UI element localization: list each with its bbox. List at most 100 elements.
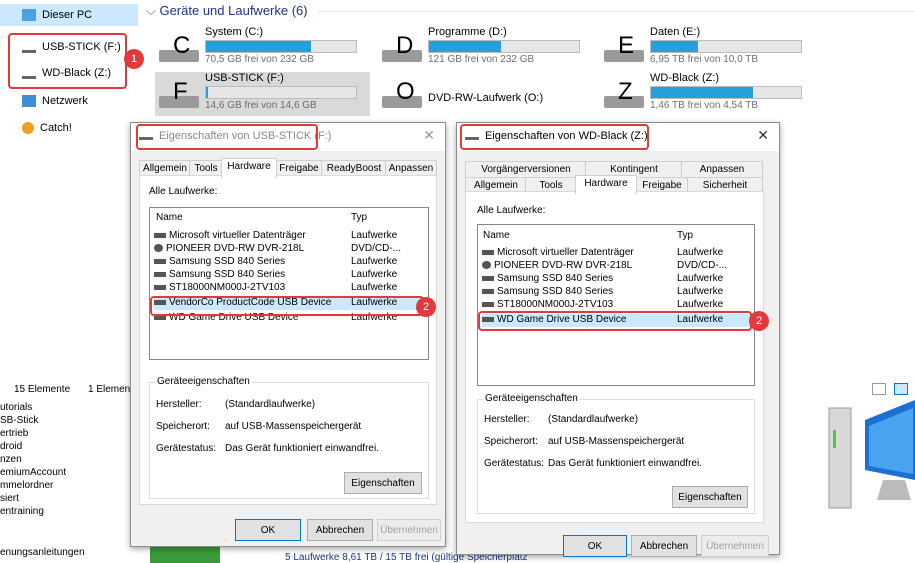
- tab-vorgaengerversionen[interactable]: Vorgängerversionen: [465, 161, 587, 177]
- highlight-dialog-title: [460, 124, 649, 150]
- table-row[interactable]: Samsung SSD 840 Series Laufwerke: [482, 273, 750, 286]
- drive-list[interactable]: Name Typ Microsoft virtueller Datenträge…: [477, 224, 755, 386]
- nav-item-catch[interactable]: Catch!: [0, 117, 138, 139]
- cancel-button[interactable]: Abbrechen: [307, 519, 373, 541]
- list-item[interactable]: mmelordner: [0, 480, 53, 491]
- location-value: auf USB-Massenspeichergerät: [548, 436, 685, 447]
- table-row[interactable]: PIONEER DVD-RW DVR-218L DVD/CD-...: [154, 243, 424, 256]
- list-item[interactable]: utorials: [0, 402, 32, 413]
- nav-item-this-pc[interactable]: Dieser PC: [0, 4, 138, 26]
- highlight-dialog-title: [136, 124, 318, 150]
- group-label: Geräteeigenschaften: [155, 376, 252, 387]
- drive-usage-fill: [206, 41, 311, 52]
- drive-letter: D: [396, 32, 414, 59]
- selection-count: 1 Elemen: [88, 384, 131, 395]
- drive-letter: F: [173, 78, 188, 105]
- list-item[interactable]: entraining: [0, 506, 44, 517]
- nav-item-label: Netzwerk: [42, 95, 88, 107]
- annotation-badge-2: 2: [416, 297, 436, 317]
- drive-usage-bar: [205, 40, 357, 53]
- status-value: Das Gerät funktioniert einwandfrei.: [548, 458, 702, 469]
- table-row[interactable]: PIONEER DVD-RW DVR-218L DVD/CD-...: [482, 260, 750, 273]
- drive-icon: [482, 275, 494, 281]
- device-properties-group: Geräteeigenschaften Hersteller: (Standar…: [149, 376, 429, 499]
- row-type: Laufwerke: [677, 299, 724, 310]
- drive-icon: [154, 284, 166, 290]
- manufacturer-label: Hersteller:: [484, 414, 530, 425]
- list-item[interactable]: ertrieb: [0, 428, 28, 439]
- drive-tile-o[interactable]: O DVD-RW-Laufwerk (O:): [378, 72, 578, 116]
- nav-item-network[interactable]: Netzwerk: [0, 90, 138, 112]
- close-icon[interactable]: ✕: [757, 127, 769, 144]
- apply-button[interactable]: Übernehmen: [701, 535, 769, 557]
- drives-section-header[interactable]: ⌵ Geräte und Laufwerke (6): [146, 3, 308, 19]
- row-name: PIONEER DVD-RW DVR-218L: [166, 243, 305, 254]
- drive-tile-e[interactable]: E Daten (E:) 6,95 TB frei von 10,0 TB: [600, 26, 802, 70]
- manufacturer-label: Hersteller:: [156, 399, 202, 410]
- column-header-name[interactable]: Name: [483, 230, 510, 241]
- ok-button[interactable]: OK: [563, 535, 627, 557]
- table-row[interactable]: Samsung SSD 840 Series Laufwerke: [482, 286, 750, 299]
- table-row[interactable]: Samsung SSD 840 Series Laufwerke: [154, 269, 424, 282]
- column-header-name[interactable]: Name: [156, 212, 183, 223]
- close-icon[interactable]: ✕: [423, 127, 435, 144]
- table-row[interactable]: ST18000NM000J-2TV103 Laufwerke: [154, 282, 424, 295]
- dvd-icon: [482, 261, 491, 270]
- drive-tile-z[interactable]: Z WD-Black (Z:) 1,46 TB frei von 4,54 TB: [600, 72, 802, 116]
- column-header-type[interactable]: Typ: [677, 230, 693, 241]
- drive-name: Programme (D:): [428, 26, 507, 38]
- list-item[interactable]: siert: [0, 493, 19, 504]
- group-label: Geräteeigenschaften: [483, 393, 580, 404]
- row-name: Samsung SSD 840 Series: [497, 286, 614, 297]
- computer-icon: [22, 9, 36, 21]
- drive-list[interactable]: Name Typ Microsoft virtueller Datenträge…: [149, 207, 429, 360]
- table-row[interactable]: Microsoft virtueller Datenträger Laufwerk…: [482, 247, 750, 260]
- list-item[interactable]: nzen: [0, 454, 22, 465]
- row-name: ST18000NM000J-2TV103: [169, 282, 286, 293]
- drive-tile-d[interactable]: D Programme (D:) 121 GB frei von 232 GB: [378, 26, 580, 70]
- drive-letter: C: [173, 32, 191, 59]
- row-name: Microsoft virtueller Datenträger: [169, 230, 306, 241]
- properties-button[interactable]: Eigenschaften: [672, 486, 748, 508]
- tab-anpassen[interactable]: Anpassen: [681, 161, 763, 177]
- ok-button[interactable]: OK: [235, 519, 301, 541]
- drives-header-label: Geräte und Laufwerke (6): [159, 3, 308, 18]
- location-label: Speicherort:: [484, 436, 538, 447]
- details-view-icon[interactable]: [872, 383, 886, 395]
- drive-icon: [482, 288, 494, 294]
- tiles-view-icon[interactable]: [894, 383, 908, 395]
- computer-illustration: [825, 400, 915, 520]
- column-header-type[interactable]: Typ: [351, 212, 367, 223]
- list-item[interactable]: emiumAccount: [0, 467, 66, 478]
- tab-hardware[interactable]: Hardware: [221, 158, 277, 178]
- table-row[interactable]: Samsung SSD 840 Series Laufwerke: [154, 256, 424, 269]
- properties-button[interactable]: Eigenschaften: [344, 472, 422, 494]
- item-count: 15 Elemente: [14, 384, 71, 395]
- drive-tile-f[interactable]: F USB-STICK (F:) 14,6 GB frei von 14,6 G…: [155, 72, 370, 116]
- row-name: PIONEER DVD-RW DVR-218L: [494, 260, 633, 271]
- properties-dialog-wd-black: Eigenschaften von WD-Black (Z:) ✕ Vorgän…: [456, 122, 780, 557]
- location-value: auf USB-Massenspeichergerät: [225, 421, 362, 432]
- drive-name: USB-STICK (F:): [205, 72, 284, 84]
- row-type: Laufwerke: [351, 282, 398, 293]
- list-item[interactable]: droid: [0, 441, 22, 452]
- highlight-nav-drives: [8, 33, 127, 89]
- drive-tile-c[interactable]: C System (C:) 70,5 GB frei von 232 GB: [155, 26, 357, 70]
- cancel-button[interactable]: Abbrechen: [631, 535, 697, 557]
- row-type: Laufwerke: [677, 286, 724, 297]
- table-row[interactable]: Microsoft virtueller Datenträger Laufwerk…: [154, 230, 424, 243]
- highlight-selected-row: [478, 311, 752, 331]
- list-item[interactable]: enungsanleitungen: [0, 547, 85, 558]
- drive-usage-fill: [651, 41, 698, 52]
- tab-hardware[interactable]: Hardware: [575, 175, 637, 194]
- drive-icon: [154, 271, 166, 277]
- nav-item-label: Catch!: [40, 122, 72, 134]
- apply-button[interactable]: Übernehmen: [377, 519, 441, 541]
- drive-free-space: 70,5 GB frei von 232 GB: [205, 54, 314, 65]
- row-name: Samsung SSD 840 Series: [169, 269, 286, 280]
- hardware-panel: Alle Laufwerke: Name Typ Microsoft virtu…: [139, 175, 437, 505]
- list-item[interactable]: SB-Stick: [0, 415, 38, 426]
- drive-free-space: 121 GB frei von 232 GB: [428, 54, 535, 65]
- row-type: DVD/CD-...: [351, 243, 401, 254]
- drive-name: DVD-RW-Laufwerk (O:): [428, 92, 544, 104]
